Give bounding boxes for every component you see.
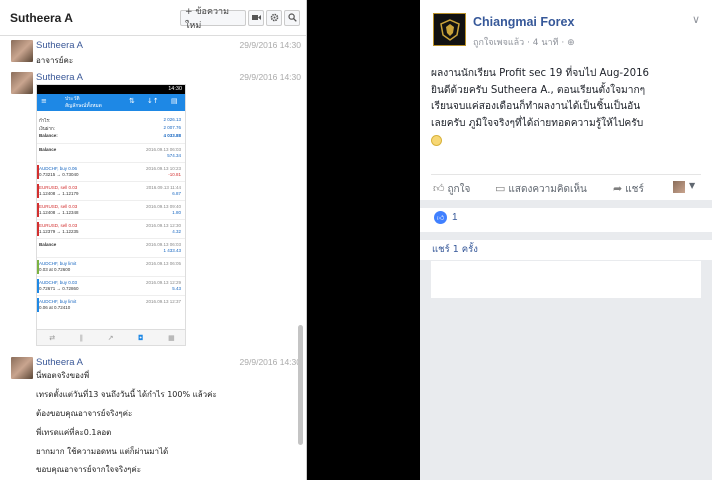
separator <box>420 232 712 240</box>
divider <box>37 219 185 220</box>
globe-icon: ⊕ <box>567 38 575 48</box>
sort-icon: ⇅ <box>129 97 135 105</box>
summary-row: Balance: 4 033.88 <box>39 133 181 138</box>
chat-window: Sutheera A + ข้อความใหม่ Sutheera A 29/9… <box>0 0 307 480</box>
history-row: Balance 2016.09.13 06:03 <box>39 242 181 247</box>
quotes-icon: ⇄ <box>49 333 56 342</box>
message-text: ขอบคุณอาจารย์จากใจจริงๆค่ะ <box>36 465 142 474</box>
history-row: 0.03 at 0.72600 <box>39 267 71 272</box>
history-row: EURUSD, sell 0.03 2016.09.13 09:40 <box>39 204 181 209</box>
comment-button[interactable]: ▭ แสดงความคิดเห็น <box>495 182 587 197</box>
shares-link[interactable]: แชร์ 1 ครั้ง <box>432 242 478 257</box>
history-row: AUDCHF, buy 0.06 2016.09.13 10:23 <box>39 166 181 171</box>
divider <box>37 162 185 163</box>
history-row: 1.12379 → 1.12235 4.32 <box>39 229 181 234</box>
background <box>420 300 712 480</box>
history-row: Balance 2016.09.13 06:03 <box>39 147 181 152</box>
chart-icon: ∥ <box>79 333 84 342</box>
page-logo[interactable] <box>433 13 466 46</box>
smile-emoji-icon <box>431 134 442 146</box>
comment-icon: ▭ <box>495 182 506 195</box>
summary-row: กำไร: 2 026.13 <box>39 117 181 123</box>
divider <box>37 295 185 296</box>
crest-icon <box>440 19 460 41</box>
page-name-link[interactable]: Chiangmai Forex <box>473 15 574 29</box>
trade-icon: ↗ <box>107 333 114 342</box>
chevron-down-icon[interactable]: ∨ <box>692 13 700 26</box>
chat-header: Sutheera A + ข้อความใหม่ <box>0 0 306 36</box>
comment-area <box>431 261 701 298</box>
message-text: อาจารย์คะ <box>36 56 74 65</box>
divider <box>431 174 701 175</box>
phone-status-bar: 14:30 <box>37 85 185 94</box>
history-row: 1.12408 → 1.12348 1.80 <box>39 210 181 215</box>
phone-header-subtitle: สัญลักษณ์ทั้งหมด <box>65 103 102 109</box>
message-sender[interactable]: Sutheera A <box>36 40 83 51</box>
share-icon: ➦ <box>613 182 623 195</box>
divider <box>37 276 185 277</box>
facebook-post: Chiangmai Forex ถูกใจเพจแล้ว · 4 นาที · … <box>420 0 712 480</box>
history-row: AUDCHF, buy 0.03 2016.09.13 12:29 <box>39 280 181 285</box>
avatar[interactable] <box>11 72 33 94</box>
avatar[interactable] <box>11 357 33 379</box>
message-time: 29/9/2016 14:30 <box>239 40 301 50</box>
history-row: 0.73215 → 0.73040 -10.81 <box>39 172 181 177</box>
message-text: พี่เทรดแค่ที่ละ0.1ลอต <box>36 428 112 437</box>
divider <box>37 143 185 144</box>
history-icon: ◘ <box>138 333 144 342</box>
post-text: ผลงานนักเรียน Profit sec 19 ที่จบไป Aug-… <box>431 66 703 149</box>
chat-message: Sutheera A 29/9/2016 14:30 นี่พอตจริงของ… <box>11 357 301 477</box>
message-text: เทรดตั้งแต่วันที่13 จนถึงวันนี้ ได้กำไร … <box>36 390 217 399</box>
chat-title[interactable]: Sutheera A <box>10 11 178 25</box>
like-button[interactable]: 👍︎ ถูกใจ <box>433 182 470 197</box>
history-row: EURUSD, sell 0.03 2016.09.13 11:44 <box>39 185 181 190</box>
message-time: 29/9/2016 14:30 <box>239 72 301 82</box>
message-text: นี่พอตจริงของพี่ <box>36 371 90 380</box>
divider <box>37 200 185 201</box>
history-row: 1.12408 → 1.12179 6.87 <box>39 191 181 196</box>
like-reaction-icon: 👍︎ <box>434 211 447 224</box>
avatar[interactable] <box>673 181 685 193</box>
thumbs-up-icon: 👍︎ <box>433 182 445 195</box>
separator <box>420 200 712 208</box>
reactions-count[interactable]: 👍︎ 1 <box>434 211 458 224</box>
new-message-button[interactable]: + ข้อความใหม่ <box>180 7 246 31</box>
history-row: 0.72671 → 0.72860 5.43 <box>39 286 181 291</box>
divider <box>37 181 185 182</box>
chat-scrollbar[interactable] <box>298 325 303 445</box>
history-row: 0.06 at 0.72410 <box>39 305 71 310</box>
menu-icon: ≡ <box>41 97 47 105</box>
chat-message: Sutheera A 29/9/2016 14:30 อาจารย์คะ <box>11 40 301 66</box>
message-text: ต้องขอบคุณอาจารย์จริงๆค่ะ <box>36 409 133 418</box>
video-icon[interactable] <box>248 9 264 26</box>
message-text: ยากมาก ใช้ความอดทน แต่ก็ผ่านมาได้ <box>36 447 169 456</box>
message-sender[interactable]: Sutheera A <box>36 72 83 83</box>
message-sender[interactable]: Sutheera A <box>36 357 83 368</box>
message-time: 29/9/2016 14:30 <box>239 357 301 367</box>
divider <box>37 238 185 239</box>
post-meta: ถูกใจเพจแล้ว · 4 นาที · ⊕ <box>473 38 575 48</box>
arrows-icon: ↓↑ <box>147 97 159 105</box>
calendar-icon: ▤ <box>171 97 178 105</box>
phone-app-bar: ≡ ประวัติ สัญลักษณ์ทั้งหมด ⇅ ↓↑ ▤ <box>37 94 185 111</box>
divider <box>37 257 185 258</box>
settings-icon: ▦ <box>168 333 175 342</box>
history-row: AUDCHF, buy limit 2016.09.13 06:05 <box>39 261 181 266</box>
phone-bottom-nav: ⇄ ∥ ↗ ◘ ▦ <box>37 329 185 345</box>
avatar[interactable] <box>11 40 33 62</box>
gear-icon[interactable] <box>266 9 282 26</box>
share-button[interactable]: ➦ แชร์ <box>613 182 644 197</box>
summary-row: เงินฝาก: 2 007.76 <box>39 125 181 131</box>
attached-phone-screenshot[interactable]: 14:30 ≡ ประวัติ สัญลักษณ์ทั้งหมด ⇅ ↓↑ ▤ … <box>36 84 186 346</box>
caret-down-icon[interactable]: ▼ <box>689 181 695 190</box>
history-row: EURUSD, sell 0.03 2016.09.13 12:30 <box>39 223 181 228</box>
history-row: AUDCHF, buy limit 2016.09.13 12:37 <box>39 299 181 304</box>
search-icon[interactable] <box>284 9 300 26</box>
